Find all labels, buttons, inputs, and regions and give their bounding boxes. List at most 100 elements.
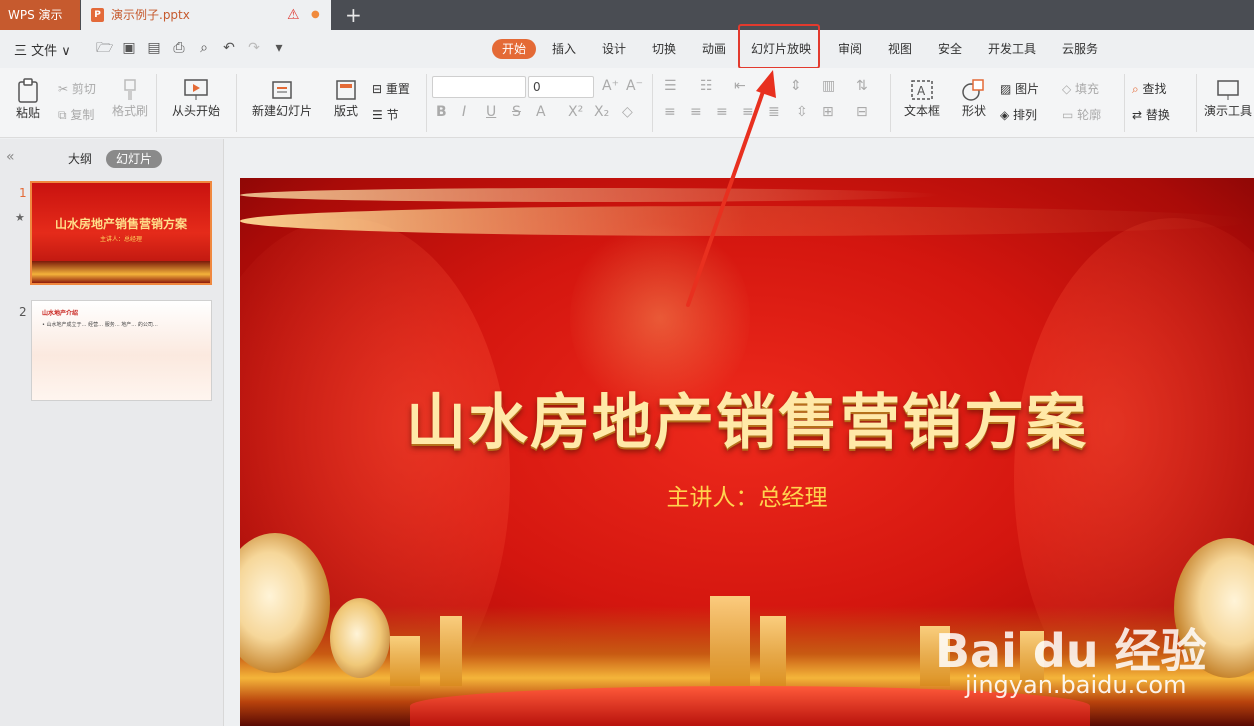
tab-slides[interactable]: 幻灯片 bbox=[106, 150, 162, 168]
print-icon[interactable]: ⎙ bbox=[171, 40, 187, 56]
brush-icon bbox=[124, 79, 136, 100]
find-button[interactable]: ⌕ 查找 bbox=[1132, 80, 1167, 97]
align-left-icon[interactable]: ≡ bbox=[664, 104, 676, 120]
slide-thumbnail-2[interactable]: 山水地产介绍 • 山水地产成立于… 经营… 服务… 地产… 的公司… bbox=[31, 300, 212, 401]
unsaved-dot-icon: ● bbox=[311, 9, 320, 20]
from-start-button[interactable]: 从头开始 bbox=[165, 78, 227, 119]
distribute-icon[interactable]: ≣ bbox=[768, 104, 780, 120]
slide-thumbnail-1[interactable]: 山水房地产销售营销方案 主讲人：总经理 bbox=[30, 181, 212, 285]
document-tab[interactable]: P 演示例子.pptx ⚠ ● bbox=[81, 0, 331, 30]
reset-icon: ⊟ bbox=[372, 82, 386, 96]
save-icon[interactable]: ▣ bbox=[121, 40, 137, 56]
cut-button[interactable]: ✂ 剪切 bbox=[58, 80, 96, 97]
justify-icon[interactable]: ≡ bbox=[742, 104, 754, 120]
font-family-select[interactable] bbox=[432, 76, 526, 98]
new-tab-button[interactable]: + bbox=[345, 0, 362, 30]
bold-icon[interactable]: B bbox=[436, 104, 447, 120]
align-center-icon[interactable]: ≡ bbox=[690, 104, 702, 120]
slide-number: 1 bbox=[19, 186, 27, 200]
copy-icon: ⧉ bbox=[58, 108, 71, 122]
customize-chevron-icon[interactable]: ▾ bbox=[271, 40, 287, 56]
tab-animation[interactable]: 动画 bbox=[696, 39, 732, 59]
tab-insert[interactable]: 插入 bbox=[546, 39, 582, 59]
format-painter-button[interactable]: 格式刷 bbox=[110, 78, 150, 119]
title-bar: WPS 演示 P 演示例子.pptx ⚠ ● + bbox=[0, 0, 1254, 30]
superscript-icon[interactable]: X² bbox=[568, 104, 583, 120]
slide-subtitle[interactable]: 主讲人：总经理 bbox=[240, 478, 1254, 512]
section-button[interactable]: ☰ 节 bbox=[372, 106, 399, 123]
paste-label: 粘贴 bbox=[15, 106, 40, 120]
thumbnail-bullet: • 山水地产成立于… 经营… 服务… 地产… 的公司… bbox=[42, 322, 158, 328]
underline-icon[interactable]: U bbox=[486, 104, 496, 120]
paste-button[interactable]: 粘贴 bbox=[10, 78, 46, 121]
fill-icon: ◇ bbox=[1062, 82, 1076, 96]
numbered-list-icon[interactable]: ☷ bbox=[700, 78, 713, 94]
tab-cloud[interactable]: 云服务 bbox=[1056, 39, 1104, 59]
layout-button[interactable]: 版式 bbox=[326, 78, 366, 119]
separator bbox=[156, 74, 157, 132]
bullet-list-icon[interactable]: ☰ bbox=[664, 78, 677, 94]
decrease-font-icon[interactable]: A⁻ bbox=[626, 78, 643, 94]
copy-button[interactable]: ⧉ 复制 bbox=[58, 106, 94, 123]
building-image bbox=[390, 636, 420, 686]
shape-button[interactable]: 形状 bbox=[954, 78, 994, 119]
decrease-indent-icon[interactable]: ⇤ bbox=[734, 78, 746, 94]
font-size-select[interactable]: 0 bbox=[528, 76, 594, 98]
thumbnail-subtitle: 主讲人：总经理 bbox=[99, 236, 142, 243]
separator bbox=[652, 74, 653, 132]
outline-icon: ▭ bbox=[1062, 108, 1078, 122]
tab-security[interactable]: 安全 bbox=[932, 39, 968, 59]
undo-icon[interactable]: ↶ bbox=[221, 40, 237, 56]
replace-button[interactable]: ⇄ 替换 bbox=[1132, 106, 1170, 123]
text-box-align-icon[interactable]: ⊟ bbox=[856, 104, 868, 120]
italic-icon[interactable]: I bbox=[462, 104, 466, 120]
clear-format-icon[interactable]: ◇ bbox=[622, 104, 633, 120]
tab-view[interactable]: 视图 bbox=[882, 39, 918, 59]
subscript-icon[interactable]: X₂ bbox=[594, 104, 609, 120]
export-pdf-icon[interactable]: ▤ bbox=[146, 40, 162, 56]
textbox-button[interactable]: A 文本框 bbox=[897, 78, 947, 119]
tab-transition[interactable]: 切换 bbox=[646, 39, 682, 59]
font-color-icon[interactable]: A bbox=[536, 104, 546, 120]
increase-indent-icon[interactable]: ⇥ bbox=[760, 78, 772, 94]
presentation-tools-button[interactable]: 演示工具 bbox=[1204, 78, 1252, 119]
tab-review[interactable]: 审阅 bbox=[832, 39, 868, 59]
file-menu[interactable]: 三 文件 ∨ bbox=[14, 40, 71, 59]
arrange-button[interactable]: ◈ 排列 bbox=[1000, 106, 1037, 123]
tab-design[interactable]: 设计 bbox=[596, 39, 632, 59]
menu-bar: 三 文件 ∨ 🗁 ▣ ▤ ⎙ ⌕ ↶ ↷ ▾ 开始 插入 设计 切换 动画 幻灯… bbox=[0, 30, 1254, 68]
columns-icon[interactable]: ▥ bbox=[822, 78, 835, 94]
tab-outline[interactable]: 大纲 bbox=[62, 150, 98, 168]
slide-number: 2 bbox=[19, 305, 27, 319]
collapse-panel-icon[interactable]: « bbox=[6, 149, 15, 165]
search-icon: ⌕ bbox=[1132, 82, 1143, 96]
building-image bbox=[440, 616, 462, 686]
new-slide-button[interactable]: 新建幻灯片 bbox=[245, 78, 319, 119]
increase-font-icon[interactable]: A⁺ bbox=[602, 78, 619, 94]
print-preview-icon[interactable]: ⌕ bbox=[196, 40, 212, 56]
line-spacing-icon[interactable]: ⇕ bbox=[790, 78, 802, 94]
document-name: 演示例子.pptx bbox=[111, 8, 190, 22]
text-align-icon[interactable]: ⇳ bbox=[796, 104, 808, 120]
redo-icon[interactable]: ↷ bbox=[246, 40, 262, 56]
reset-button[interactable]: ⊟ 重置 bbox=[372, 80, 410, 97]
presentation-tools-icon bbox=[1217, 80, 1239, 100]
tab-start[interactable]: 开始 bbox=[492, 39, 536, 59]
slide-title[interactable]: 山水房地产销售营销方案 bbox=[240, 374, 1254, 461]
tab-developer[interactable]: 开发工具 bbox=[982, 39, 1042, 59]
app-tab[interactable]: WPS 演示 bbox=[0, 0, 80, 30]
thumbnail-title: 山水房地产销售营销方案 bbox=[54, 217, 187, 231]
outline-button[interactable]: ▭ 轮廓 bbox=[1062, 106, 1101, 123]
separator bbox=[426, 74, 427, 132]
open-icon[interactable]: 🗁 bbox=[96, 40, 113, 56]
text-direction-icon[interactable]: ⇅ bbox=[856, 78, 868, 94]
picture-button[interactable]: ▨ 图片 bbox=[1000, 80, 1039, 97]
fill-button[interactable]: ◇ 填充 bbox=[1062, 80, 1099, 97]
strikethrough-icon[interactable]: S bbox=[512, 104, 521, 120]
separator bbox=[1124, 74, 1125, 132]
smart-art-icon[interactable]: ⊞ bbox=[822, 104, 834, 120]
warning-icon[interactable]: ⚠ bbox=[287, 0, 300, 30]
watermark-url: jingyan.baidu.com bbox=[965, 671, 1187, 699]
align-right-icon[interactable]: ≡ bbox=[716, 104, 728, 120]
light-streak-image bbox=[240, 188, 940, 202]
